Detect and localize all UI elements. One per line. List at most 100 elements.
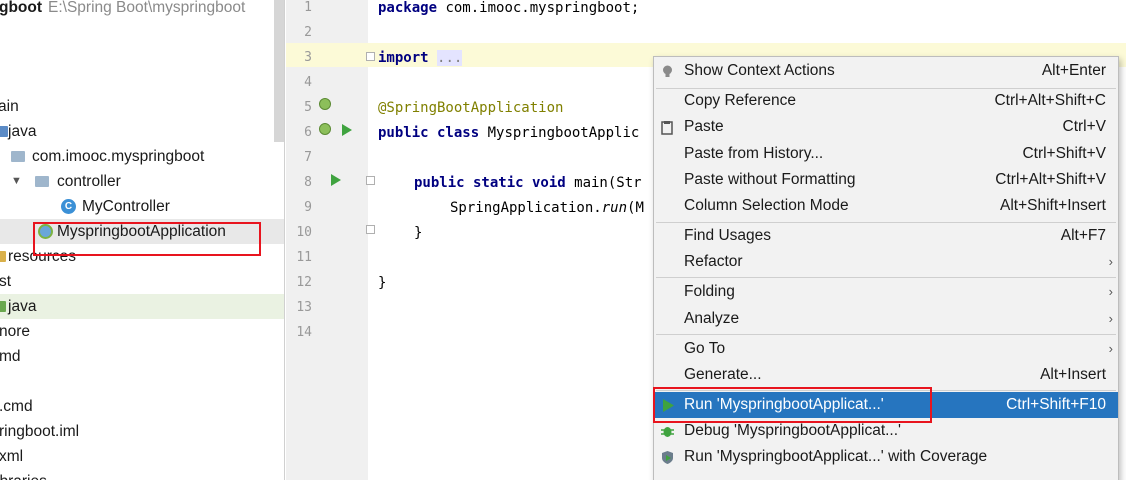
line-number: 8 — [304, 175, 312, 190]
tree-row-label: java — [8, 123, 37, 140]
menu-item-label: Find Usages — [684, 227, 772, 244]
tree-row-main[interactable]: ain — [0, 94, 284, 119]
code-line-1: package com.imooc.myspringboot; — [378, 0, 639, 23]
menu-item-paste[interactable]: Paste Ctrl+V — [654, 114, 1118, 140]
menu-item-label: Column Selection Mode — [684, 197, 849, 214]
tree-row-label: st — [0, 273, 12, 290]
source-folder-icon — [0, 126, 8, 137]
line-number: 7 — [304, 150, 312, 165]
coverage-icon — [662, 451, 673, 464]
highlight-box — [33, 222, 261, 256]
menu-item-generate[interactable]: Generate... Alt+Insert — [654, 362, 1118, 388]
line-number: 3 — [304, 50, 312, 65]
run-gutter-icon[interactable] — [342, 124, 352, 136]
tree-row-label: ain — [0, 98, 19, 115]
menu-item-label: Go To — [684, 340, 726, 357]
spring-bean-icon[interactable] — [319, 123, 331, 135]
submenu-arrow-icon: › — [1108, 311, 1113, 326]
tree-row-controller[interactable]: ▼ controller — [0, 169, 284, 194]
menu-item-find-usages[interactable]: Find Usages Alt+F7 — [654, 223, 1118, 249]
menu-item-shortcut: Ctrl+Alt+Shift+V — [995, 171, 1106, 188]
menu-item-run-with-coverage[interactable]: Run 'MyspringbootApplicat...' with Cover… — [654, 444, 1118, 470]
menu-item-copy-reference[interactable]: Copy Reference Ctrl+Alt+Shift+C — [654, 88, 1118, 114]
menu-item-shortcut: Alt+F7 — [1060, 227, 1106, 244]
tree-row-gitignore[interactable]: nore — [0, 319, 284, 344]
code-line-3: import ... — [378, 48, 463, 73]
menu-item-label: Generate... — [684, 366, 762, 383]
spring-bean-icon[interactable] — [319, 98, 331, 110]
tree-row-label: ibraries — [0, 469, 47, 480]
tree-row-mycontroller[interactable]: C MyController — [0, 194, 284, 219]
menu-item-label: Paste from History... — [684, 145, 824, 162]
tree-row-test-java[interactable]: java — [0, 294, 284, 319]
java-class-icon: C — [61, 199, 76, 214]
menu-item-go-to[interactable]: Go To › — [654, 336, 1118, 362]
menu-item-analyze[interactable]: Analyze › — [654, 306, 1118, 332]
menu-item-label: Paste without Formatting — [684, 171, 856, 188]
tree-row-package[interactable]: com.imooc.myspringboot — [0, 144, 284, 169]
submenu-arrow-icon: › — [1108, 284, 1113, 299]
code-line-6: @SpringBootApplication — [378, 98, 563, 123]
menu-item-label: Folding — [684, 283, 735, 300]
menu-item-label: Run 'MyspringbootApplicat...' with Cover… — [684, 448, 988, 465]
menu-item-paste-without-formatting[interactable]: Paste without Formatting Ctrl+Alt+Shift+… — [654, 167, 1118, 193]
line-number: 2 — [304, 25, 312, 40]
package-icon — [35, 176, 49, 187]
menu-item-label: Paste — [684, 118, 724, 135]
code-text: com.imooc.myspringboot; — [437, 0, 640, 16]
menu-item-label: Refactor — [684, 253, 743, 270]
menu-item-shortcut: Alt+Enter — [1041, 62, 1106, 79]
line-number: 10 — [296, 225, 312, 240]
code-text: MyspringbootApplic — [479, 125, 640, 141]
fold-marker-icon[interactable] — [366, 225, 375, 234]
project-tree-panel: gboot E:\Spring Boot\myspringboot ain ja… — [0, 0, 285, 480]
code-text: main(Str — [565, 175, 642, 191]
tree-row-java[interactable]: java — [0, 119, 284, 144]
run-gutter-icon[interactable] — [331, 174, 341, 186]
tree-row-pom[interactable]: xml — [0, 444, 284, 469]
menu-item-shortcut: Ctrl+Shift+V — [1022, 145, 1106, 162]
menu-item-label: Show Context Actions — [684, 62, 835, 79]
menu-item-paste-from-history[interactable]: Paste from History... Ctrl+Shift+V — [654, 141, 1118, 167]
submenu-arrow-icon: › — [1108, 254, 1113, 269]
tree-row-mvnw[interactable]: md — [0, 344, 284, 369]
keyword: public class — [378, 125, 480, 141]
project-name: gboot — [0, 0, 43, 16]
code-text: (M — [627, 200, 644, 216]
highlight-box — [653, 387, 932, 423]
line-number: 9 — [304, 200, 312, 215]
tree-row-label: md — [0, 348, 21, 365]
debug-icon — [661, 427, 674, 437]
menu-separator — [656, 277, 1116, 278]
menu-item-shortcut: Ctrl+V — [1062, 118, 1107, 135]
method-call: run — [601, 200, 628, 216]
fold-marker-icon[interactable] — [366, 52, 375, 61]
menu-item-shortcut: Ctrl+Shift+F10 — [1006, 396, 1106, 413]
tree-row-project-root[interactable]: gboot E:\Spring Boot\myspringboot — [0, 0, 284, 20]
code-line-13: } — [378, 275, 387, 291]
tree-row-label: nore — [0, 323, 31, 340]
menu-item-show-context-actions[interactable]: Show Context Actions Alt+Enter — [654, 58, 1118, 84]
menu-item-folding[interactable]: Folding › — [654, 279, 1118, 305]
menu-item-label: Analyze — [684, 310, 740, 327]
keyword: import — [378, 50, 429, 66]
resources-folder-icon — [0, 251, 6, 262]
tree-row-external-libraries[interactable]: ibraries — [0, 469, 284, 480]
submenu-arrow-icon: › — [1108, 341, 1113, 356]
tree-row-mvnw-cmd[interactable]: .cmd — [0, 394, 284, 419]
menu-item-column-selection-mode[interactable]: Column Selection Mode Alt+Shift+Insert — [654, 193, 1118, 219]
tree-row-label: com.imooc.myspringboot — [32, 148, 205, 165]
code-line-7: public class MyspringbootApplic — [378, 123, 639, 148]
tree-row-iml[interactable]: ringboot.iml — [0, 419, 284, 444]
line-number: 11 — [296, 250, 312, 265]
menu-item-shortcut: Alt+Shift+Insert — [1000, 197, 1106, 214]
tree-row-test[interactable]: st — [0, 269, 284, 294]
line-number: 1 — [304, 0, 312, 15]
code-line-11: } — [414, 225, 423, 241]
menu-item-refactor[interactable]: Refactor › — [654, 249, 1118, 275]
tree-row-label: java — [8, 298, 37, 315]
folded-imports[interactable]: ... — [437, 50, 463, 66]
fold-marker-icon[interactable] — [366, 176, 375, 185]
chevron-down-icon[interactable]: ▼ — [11, 169, 22, 194]
line-number: 4 — [304, 75, 312, 90]
